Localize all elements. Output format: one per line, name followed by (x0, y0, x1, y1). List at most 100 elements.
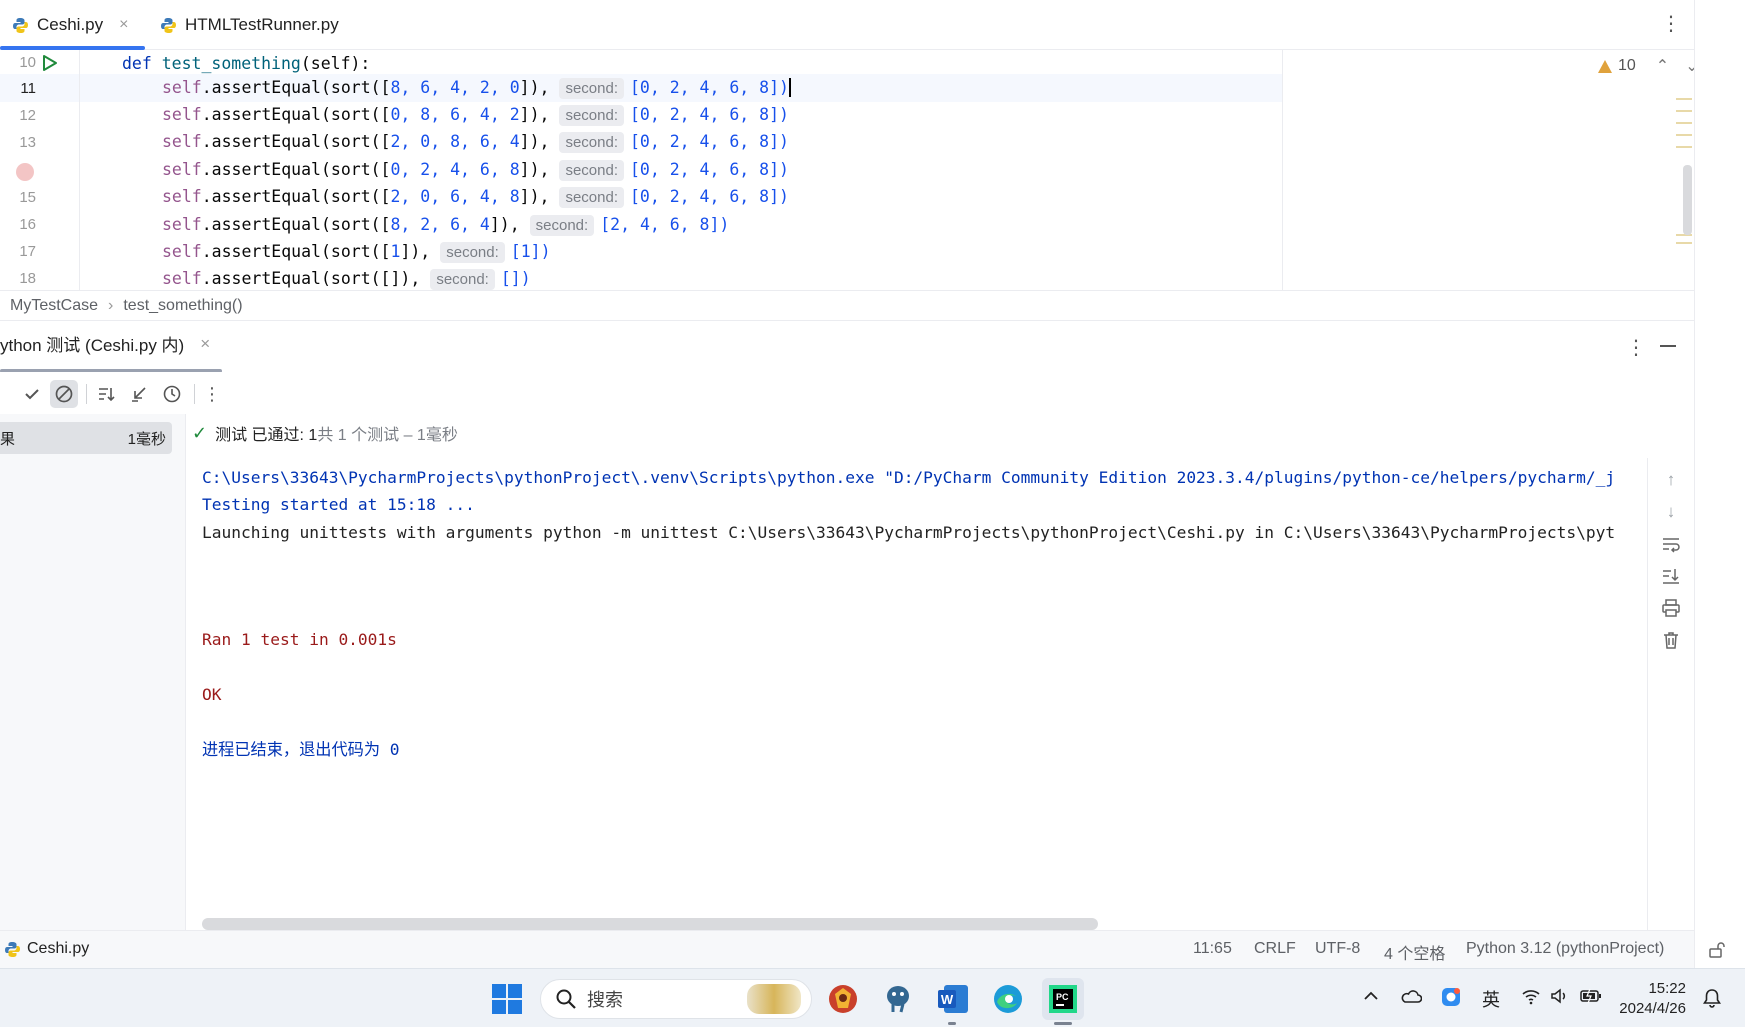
param-hint: second: (430, 269, 495, 290)
taskbar-app-word-icon[interactable]: W (932, 978, 974, 1025)
code-line: self.assertEqual(sort([8, 6, 4, 2, 0]), s… (162, 74, 791, 101)
tab-ceshi-py[interactable]: Ceshi.py × (12, 0, 128, 50)
sort-icon (99, 388, 115, 402)
onedrive-cloud-icon[interactable] (1400, 987, 1423, 1010)
history-clock-icon (163, 385, 181, 403)
sort-button[interactable] (92, 380, 120, 408)
code-text: ]), (519, 160, 550, 179)
check-icon (25, 389, 39, 400)
editor-scrollbar-thumb[interactable] (1683, 165, 1692, 235)
code-args: 2, 0, 8, 6, 4 (390, 132, 520, 151)
tree-node-label: 果 (0, 430, 16, 448)
taskbar-app-postgres-icon[interactable] (877, 978, 919, 1020)
console-output[interactable]: C:\Users\33643\PycharmProjects\pythonPro… (187, 458, 1647, 930)
test-root-node[interactable]: 果 1毫秒 (0, 422, 172, 454)
console-line: Launching unittests with arguments pytho… (202, 523, 1616, 542)
windows-start-icon[interactable] (491, 983, 523, 1015)
previous-warning-icon[interactable]: ⌃ (1656, 56, 1669, 76)
breakpoint-icon[interactable] (16, 163, 34, 181)
code-text: ]), (519, 105, 550, 124)
warning-mark (1676, 122, 1692, 124)
taskbar-clock[interactable]: 15:22 2024/4/26 (1614, 979, 1686, 1019)
python-file-icon (5, 941, 20, 957)
breadcrumb-class[interactable]: MyTestCase (10, 297, 98, 315)
import-tests-button[interactable] (125, 380, 153, 408)
code-args: 2, 0, 6, 4, 8 (390, 187, 520, 206)
input-method-indicator[interactable]: 英 (1482, 986, 1500, 1012)
python-file-icon (160, 17, 177, 34)
breadcrumb-method[interactable]: test_something() (123, 297, 242, 315)
keyword: def (122, 54, 152, 73)
indent-setting[interactable]: 4 个空格 (1384, 940, 1445, 964)
code-line: self.assertEqual(sort([0, 8, 6, 4, 2]), s… (162, 101, 789, 128)
line-separator[interactable]: CRLF (1254, 940, 1296, 958)
tray-app-blue-icon[interactable] (1440, 986, 1462, 1013)
minimize-icon[interactable] (1660, 345, 1676, 347)
scroll-up-arrow-icon[interactable]: ↑ (1660, 470, 1682, 492)
svg-text:W: W (941, 992, 954, 1007)
tab-label: HTMLTestRunner.py (185, 15, 339, 34)
volume-icon[interactable] (1550, 987, 1570, 1010)
self-keyword: self (162, 78, 202, 97)
pycharm-window: Ceshi.py × HTMLTestRunner.py ⋮ 10 11 12 … (0, 0, 1745, 1027)
notification-center-icon[interactable] (1702, 987, 1722, 1014)
console-horizontal-scrollbar[interactable] (202, 918, 1098, 930)
code-text: .assertEqual(sort([ (201, 132, 391, 151)
toolbar-more-menu-button[interactable]: ⋮ (198, 380, 226, 408)
taskbar-search-box[interactable]: 搜索 (540, 979, 812, 1019)
code-args: 0, 8, 6, 4, 2 (390, 105, 520, 124)
tree-node-duration: 1毫秒 (127, 430, 166, 448)
next-warning-icon[interactable]: ⌄ (1685, 56, 1694, 76)
run-config-tab[interactable]: ython 测试 (Ceshi.py 内) × (0, 331, 210, 356)
taskbar-app-edge-icon[interactable] (987, 978, 1029, 1020)
line-number: 17 (19, 243, 36, 260)
search-icon (556, 989, 576, 1009)
code-line: self.assertEqual(sort([0, 2, 4, 6, 8]), s… (162, 156, 789, 183)
wifi-icon[interactable] (1521, 987, 1541, 1010)
show-passed-button[interactable] (18, 380, 46, 408)
breadcrumb: MyTestCase › test_something() (0, 290, 1694, 320)
caret-position[interactable]: 11:65 (1193, 940, 1232, 958)
readonly-lock-icon[interactable] (1708, 941, 1726, 964)
run-tab-label: ython 测试 (Ceshi.py 内) (0, 336, 185, 355)
param-hint: second: (559, 132, 624, 153)
status-file[interactable]: Ceshi.py (4, 940, 89, 958)
expected-value: [2, 4, 6, 8]) (600, 215, 730, 234)
battery-charging-icon[interactable] (1580, 988, 1602, 1009)
print-icon[interactable] (1660, 598, 1682, 620)
tab-more-menu-button[interactable]: ⋮ (1661, 12, 1681, 38)
show-hidden-icons-chevron-icon[interactable] (1362, 987, 1380, 1010)
test-history-button[interactable] (158, 380, 186, 408)
run-options-menu-button[interactable]: ⋮ (1626, 335, 1646, 360)
code-text: .assertEqual(sort([ (201, 242, 391, 261)
code-editor[interactable]: 10 11 12 13 15 16 17 18 def test_somethi… (0, 50, 1694, 290)
tab-label: Ceshi.py (37, 15, 104, 34)
inspection-widget[interactable]: 10 ⌃ ⌄ (1598, 56, 1694, 76)
tab-close-icon[interactable]: × (119, 16, 128, 34)
warning-count: 10 (1618, 57, 1636, 74)
windows-taskbar: 搜索 W PC 英 15:22 2024/4/26 (0, 968, 1745, 1027)
status-file-label: Ceshi.py (27, 940, 90, 957)
self-keyword: self (162, 160, 202, 179)
code-line: self.assertEqual(sort([]), second: []) (162, 265, 531, 290)
ide-status-bar: Ceshi.py 11:65 CRLF UTF-8 4 个空格 Python 3… (0, 930, 1725, 968)
running-indicator (948, 1022, 956, 1025)
run-test-icon[interactable] (42, 54, 58, 72)
clear-trash-icon[interactable] (1660, 630, 1682, 652)
code-text: ]), (519, 132, 550, 151)
scroll-down-arrow-icon[interactable]: ↓ (1660, 502, 1682, 524)
run-tab-close-icon[interactable]: × (200, 334, 210, 354)
python-interpreter[interactable]: Python 3.12 (pythonProject) (1466, 940, 1664, 958)
editor-tab-bar: Ceshi.py × HTMLTestRunner.py ⋮ (0, 0, 1745, 50)
taskbar-app-pycharm-icon[interactable]: PC (1042, 978, 1084, 1025)
show-ignored-button[interactable] (50, 380, 78, 408)
tab-htmltestrunner-py[interactable]: HTMLTestRunner.py (160, 0, 339, 50)
scroll-to-end-icon[interactable] (1660, 566, 1682, 588)
file-encoding[interactable]: UTF-8 (1315, 940, 1360, 958)
clock-time: 15:22 (1648, 980, 1686, 997)
code-line: self.assertEqual(sort([2, 0, 6, 4, 8]), s… (162, 183, 789, 210)
self-keyword: self (162, 105, 202, 124)
soft-wrap-icon[interactable] (1660, 534, 1682, 556)
run-tool-window-header: ython 测试 (Ceshi.py 内) × ⋮ (0, 320, 1694, 373)
taskbar-app-game-icon[interactable] (822, 978, 864, 1020)
